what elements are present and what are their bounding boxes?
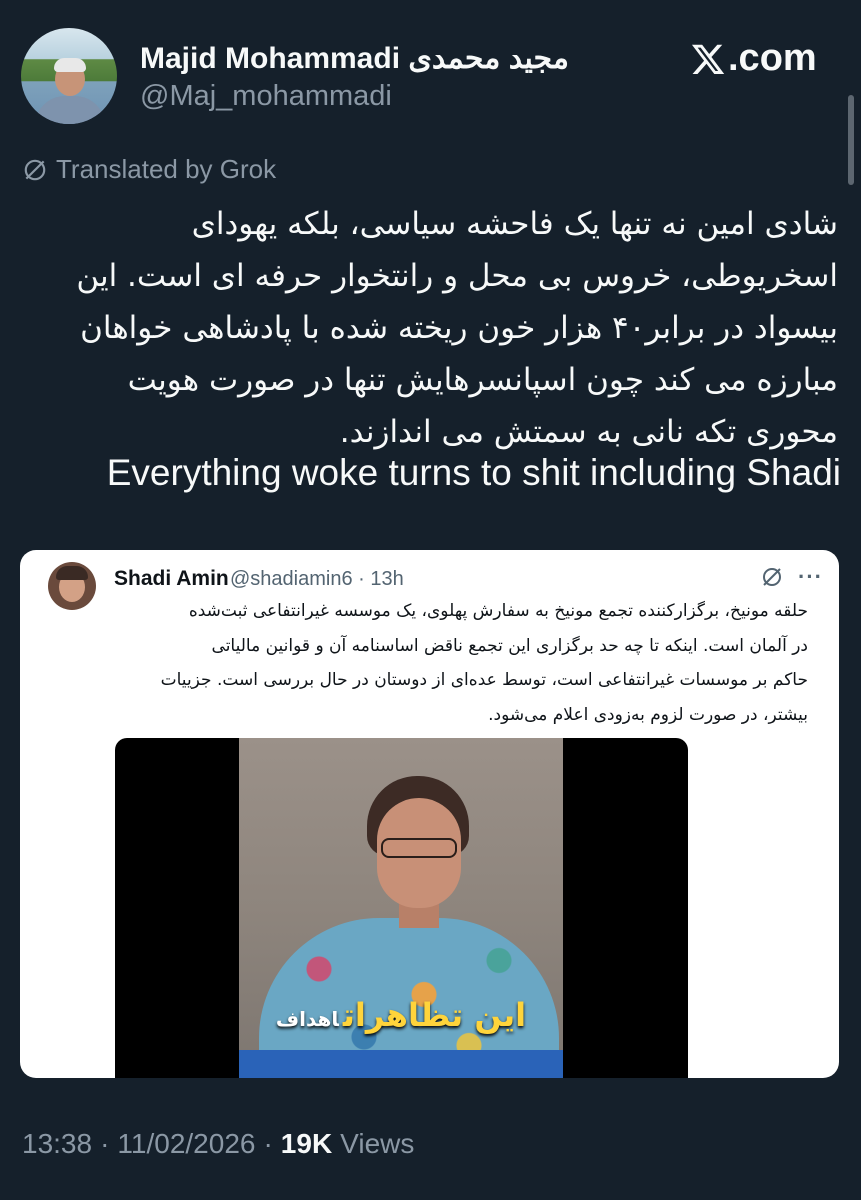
post-header: Majid Mohammadi مجید محمدی @Maj_mohammad… bbox=[0, 0, 861, 150]
quoted-handle: @shadiamin6 bbox=[230, 568, 353, 590]
views-count: 19K bbox=[280, 1128, 333, 1159]
post-footer: 13:38 · 11/02/2026 · 19K Views bbox=[22, 1128, 414, 1160]
post-date[interactable]: 11/02/2026 bbox=[117, 1128, 255, 1160]
more-icon[interactable]: ··· bbox=[798, 564, 823, 590]
quoted-body: حلقه مونیخ، برگزارکننده تجمع مونیخ به سف… bbox=[48, 594, 808, 732]
author-handle[interactable]: @Maj_mohammadi bbox=[140, 80, 392, 113]
site-domain: .com bbox=[728, 37, 817, 79]
quoted-author-name[interactable]: Shadi Amin bbox=[114, 567, 229, 591]
meta-separator: · bbox=[358, 568, 365, 590]
video-caption-main: این تظاهرات bbox=[342, 996, 527, 1034]
video-caption-secondary: اهداف bbox=[275, 1007, 339, 1031]
translation-label: Translated by Grok bbox=[56, 154, 277, 184]
quoted-time: 13h bbox=[370, 568, 404, 590]
quoted-line: حلقه مونیخ، برگزارکننده تجمع مونیخ به سف… bbox=[188, 601, 808, 621]
post-line: بیسواد در برابر۴۰ هزار خون ریخته شده با … bbox=[80, 310, 838, 346]
views-label: Views bbox=[340, 1128, 415, 1159]
footer-separator: · bbox=[100, 1128, 110, 1159]
quoted-actions: ··· bbox=[760, 564, 823, 590]
post-body: شادی امین نه تنها یک فاحشه سیاسی، بلکه ی… bbox=[60, 198, 838, 458]
post-line: محوری تکه نانی به سمتش می اندازند. bbox=[339, 414, 838, 450]
quoted-meta: @shadiamin6 · 13h bbox=[230, 568, 404, 591]
author-avatar[interactable] bbox=[21, 28, 117, 124]
post-english-line: Everything woke turns to shit including … bbox=[106, 452, 841, 493]
post-time[interactable]: 13:38 bbox=[22, 1128, 92, 1160]
post-line: مبارزه می کند چون اسپانسرهایش تنها در صو… bbox=[127, 362, 838, 398]
author-name[interactable]: Majid Mohammadi مجید محمدی bbox=[140, 41, 569, 76]
author-name-row[interactable]: Majid Mohammadi مجید محمدی bbox=[140, 38, 569, 78]
post-line: اسخریوطی، خروس بی محل و رانتخوار حرفه ای… bbox=[76, 258, 838, 294]
translate-icon bbox=[24, 159, 46, 180]
footer-separator: · bbox=[263, 1128, 273, 1159]
site-logo: .com bbox=[690, 37, 817, 80]
quoted-line: حاکم بر موسسات غیرانتفاعی است، توسط عده‌… bbox=[160, 670, 808, 690]
quoted-line: در آلمان است. اینکه تا چه حد برگزاری این… bbox=[211, 635, 808, 656]
grok-icon[interactable] bbox=[760, 565, 784, 589]
quoted-post[interactable]: Shadi Amin @shadiamin6 · 13h ··· حلقه مو… bbox=[20, 550, 839, 1078]
video-caption: این تظاهراتاهداف bbox=[239, 996, 563, 1034]
translation-notice: Translated by Grok bbox=[22, 154, 276, 185]
x-logo-icon bbox=[691, 44, 725, 74]
quoted-line: بیشتر، در صورت لزوم به‌زودی اعلام می‌شود… bbox=[488, 704, 808, 725]
video-player[interactable]: این تظاهراتاهداف bbox=[115, 738, 688, 1078]
video-frame: این تظاهراتاهداف bbox=[239, 738, 563, 1078]
post-line: شادی امین نه تنها یک فاحشه سیاسی، بلکه ی… bbox=[191, 206, 838, 242]
video-caption-strip bbox=[239, 1050, 563, 1078]
